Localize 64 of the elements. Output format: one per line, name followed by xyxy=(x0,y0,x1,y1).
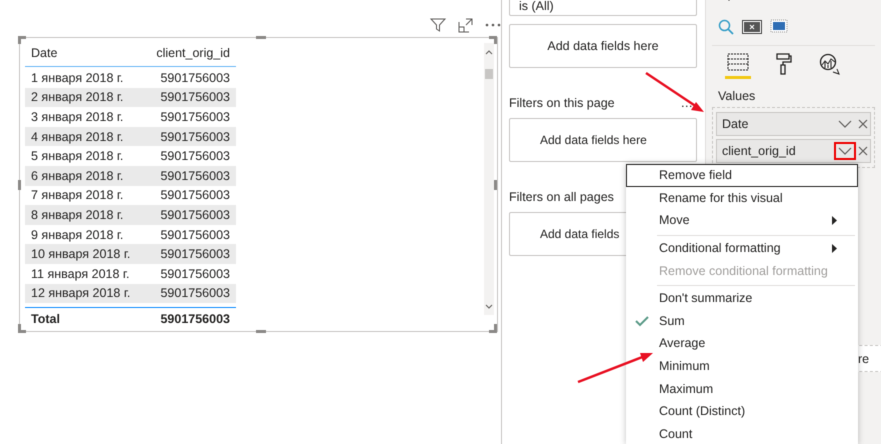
total-cell: Total xyxy=(31,312,60,326)
menu-item[interactable]: Don't summarize xyxy=(626,282,858,310)
table-cell: 5901756003 xyxy=(160,149,230,164)
menu-item[interactable]: Sum xyxy=(626,310,858,332)
table-cell: 5901756003 xyxy=(160,228,230,242)
search-icon[interactable] xyxy=(718,19,734,35)
table-cell: 8 января 2018 г. xyxy=(31,208,124,222)
table-cell: 4 января 2018 г. xyxy=(31,130,124,144)
close-icon[interactable] xyxy=(856,146,870,156)
table-cell: 9 января 2018 г. xyxy=(31,228,124,242)
table-cell: 10 января 2018 г. xyxy=(31,247,130,262)
scrollbar[interactable] xyxy=(484,43,494,315)
section-title: Filters on all pages xyxy=(509,190,614,204)
submenu-arrow-icon xyxy=(832,216,837,225)
table-cell: 5901756003 xyxy=(160,70,230,85)
focus-mode-icon[interactable] xyxy=(458,18,473,32)
table-cell: 5901756003 xyxy=(160,188,230,202)
values-label: Values xyxy=(718,89,756,103)
column-header[interactable]: Date xyxy=(31,46,58,60)
menu-item[interactable]: Count (Distinct) xyxy=(626,400,858,423)
table-cell: 5901756003 xyxy=(160,286,230,300)
total-cell: 5901756003 xyxy=(160,312,230,326)
table-cell: 5901756003 xyxy=(160,110,230,124)
field-pill[interactable]: Date xyxy=(716,112,871,136)
table-cell: 11 января 2018 г. xyxy=(31,266,130,281)
table-cell: 1 января 2018 г. xyxy=(31,70,124,85)
table-cell: 5 января 2018 г. xyxy=(31,149,124,164)
close-icon[interactable] xyxy=(856,119,870,129)
more-options-icon[interactable] xyxy=(485,23,501,27)
analytics-magnifier-icon xyxy=(819,53,841,75)
table-cell: 7 января 2018 г. xyxy=(31,188,124,202)
section-title: Filters on this page xyxy=(509,96,615,110)
menu-item[interactable]: Average xyxy=(626,332,858,355)
fields-icon xyxy=(727,53,749,71)
table-cell: 6 января 2018 г. xyxy=(31,168,124,183)
field-pill[interactable]: client_orig_id xyxy=(716,139,871,163)
menu-item[interactable]: Rename for this visual xyxy=(626,186,858,210)
menu-item[interactable]: Maximum xyxy=(626,377,858,400)
table-cell: 2 января 2018 г. xyxy=(31,90,124,104)
scroll-down-icon[interactable] xyxy=(484,303,494,311)
filter-card[interactable]: is (All) xyxy=(509,0,697,16)
filter-icon[interactable] xyxy=(430,17,446,33)
table-cell: 5901756003 xyxy=(160,247,230,262)
menu-item[interactable]: Remove field xyxy=(626,164,858,187)
scroll-thumb[interactable] xyxy=(485,69,493,79)
drop-zone[interactable]: Add data fields here xyxy=(509,24,697,68)
submenu-arrow-icon xyxy=(832,244,837,253)
table-cell: 5901756003 xyxy=(160,168,230,183)
table-cell: 3 января 2018 г. xyxy=(31,110,124,124)
table-cell: 5901756003 xyxy=(160,130,230,144)
drop-zone[interactable]: Add data fields here xyxy=(509,118,697,162)
column-header[interactable]: client_orig_id xyxy=(156,46,230,60)
scroll-up-icon[interactable] xyxy=(484,48,494,56)
annotation-arrow xyxy=(645,72,704,112)
checkmark-icon xyxy=(635,316,649,327)
menu-item[interactable]: Minimum xyxy=(626,354,858,378)
table-cell: 5901756003 xyxy=(160,266,230,281)
more-options[interactable]: … xyxy=(680,96,693,110)
table-cell: 5901756003 xyxy=(160,90,230,104)
menu-item[interactable]: Count xyxy=(626,422,858,444)
table-cell: 5901756003 xyxy=(160,208,230,222)
chevron-icon[interactable] xyxy=(834,142,856,160)
card-icon[interactable] xyxy=(742,20,762,34)
table-cell: 12 января 2018 г. xyxy=(31,286,130,300)
